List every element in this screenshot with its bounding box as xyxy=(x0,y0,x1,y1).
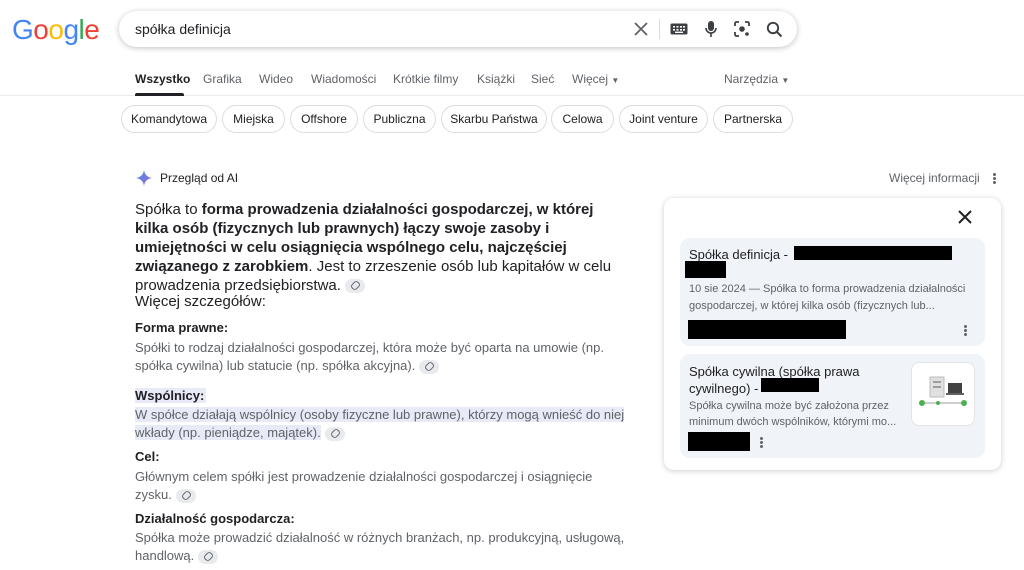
network-image-icon xyxy=(919,376,967,406)
tab-more[interactable]: Więcej ▼ xyxy=(572,72,619,86)
details-heading: Więcej szczegółów: xyxy=(135,293,266,310)
chip-skarbu-panstwa[interactable]: Skarbu Państwa xyxy=(441,105,547,133)
detail-title: Działalność gospodarcza: xyxy=(135,511,295,526)
ai-sparkle-icon xyxy=(136,170,152,186)
close-panel-icon[interactable] xyxy=(958,210,974,226)
chip-offshore[interactable]: Offshore xyxy=(290,105,358,133)
redacted-block xyxy=(794,246,952,260)
source-snippet: gospodarczej, w której kilka osób (fizyc… xyxy=(689,300,935,312)
card-more-icon[interactable] xyxy=(961,324,969,336)
logo-letter: o xyxy=(48,14,64,45)
ai-overview-header: Przegląd od AI xyxy=(136,170,238,186)
keyboard-icon[interactable] xyxy=(669,19,689,39)
detail-title: Forma prawne: xyxy=(135,320,229,335)
tools-button[interactable]: Narzędzia ▼ xyxy=(724,72,789,86)
tab-more-label: Więcej xyxy=(572,72,609,86)
tab-web[interactable]: Sieć xyxy=(531,72,554,86)
google-logo[interactable]: Google xyxy=(12,14,100,46)
close-icon[interactable] xyxy=(631,19,651,39)
detail-title: Wspólnicy: xyxy=(135,388,207,403)
redacted-block xyxy=(685,261,726,278)
redacted-block xyxy=(688,432,750,451)
chip-celowa[interactable]: Celowa xyxy=(551,105,614,133)
chip-joint-venture[interactable]: Joint venture xyxy=(619,105,708,133)
detail-text: Głównym celem spółki jest prowadzenie dz… xyxy=(135,468,630,504)
active-tab-indicator xyxy=(135,93,184,96)
source-thumbnail xyxy=(911,362,975,426)
link-icon[interactable] xyxy=(175,488,196,503)
search-bar xyxy=(119,11,797,47)
source-card[interactable]: Spółka cywilna (spółka prawa cywilnego) … xyxy=(680,354,985,458)
tab-news[interactable]: Wiadomości xyxy=(311,72,376,86)
detail-text-content: Głównym celem spółki jest prowadzenie dz… xyxy=(135,469,593,502)
search-icon[interactable] xyxy=(764,19,784,39)
search-input[interactable] xyxy=(135,11,615,47)
link-icon[interactable] xyxy=(344,279,365,294)
redacted-block xyxy=(761,378,819,392)
sources-panel: Spółka definicja - 10 sie 2024 — Spółka … xyxy=(664,198,1001,470)
detail-text-content: Spółki to rodzaj działalności gospodarcz… xyxy=(135,340,604,373)
detail-text-content: W spółce działają wspólnicy (osoby fizyc… xyxy=(135,407,625,440)
source-snippet: minimum dwóch wspólników, którymi mo... xyxy=(689,416,897,428)
lens-icon[interactable] xyxy=(732,19,752,39)
logo-letter: g xyxy=(63,14,79,45)
tab-images[interactable]: Grafika xyxy=(203,72,242,86)
caret-down-icon: ▼ xyxy=(611,76,620,85)
detail-text: Spółki to rodzaj działalności gospodarcz… xyxy=(135,339,630,375)
caret-down-icon: ▼ xyxy=(781,76,790,85)
summary-start: Spółka to xyxy=(135,201,202,218)
source-card[interactable]: Spółka definicja - 10 sie 2024 — Spółka … xyxy=(680,238,985,346)
tab-books[interactable]: Książki xyxy=(477,72,515,86)
link-icon[interactable] xyxy=(198,549,219,564)
link-icon[interactable] xyxy=(419,359,440,374)
ai-summary: Spółka to forma prowadzenia działalności… xyxy=(135,200,625,295)
mic-icon[interactable] xyxy=(701,19,721,39)
chip-miejska[interactable]: Miejska xyxy=(222,105,285,133)
search-tabs: Wszystko Grafika Wideo Wiadomości Krótki… xyxy=(0,60,1024,96)
detail-text: W spółce działają wspólnicy (osoby fizyc… xyxy=(135,406,630,442)
logo-letter: G xyxy=(12,14,34,45)
source-title: cywilnego) - xyxy=(689,381,759,396)
logo-letter: o xyxy=(33,14,49,45)
redacted-block xyxy=(688,320,846,339)
tab-shorts[interactable]: Krótkie filmy xyxy=(393,72,458,86)
chip-komandytowa[interactable]: Komandytowa xyxy=(121,105,217,133)
card-more-icon[interactable] xyxy=(757,436,765,448)
ai-overview-title: Przegląd od AI xyxy=(160,171,239,185)
tab-videos[interactable]: Wideo xyxy=(259,72,293,86)
link-icon[interactable] xyxy=(324,426,345,441)
detail-title: Cel: xyxy=(135,449,160,464)
more-options-icon[interactable] xyxy=(988,170,1000,186)
detail-text: Spółka może prowadzić działalność w różn… xyxy=(135,529,630,565)
tools-label: Narzędzia xyxy=(724,72,779,86)
chip-publiczna[interactable]: Publiczna xyxy=(363,105,436,133)
tab-all[interactable]: Wszystko xyxy=(135,72,190,86)
more-info-link[interactable]: Więcej informacji xyxy=(889,171,980,185)
divider xyxy=(659,19,660,39)
source-snippet: Spółka cywilna może być założona przez xyxy=(689,400,889,412)
logo-letter: e xyxy=(84,14,100,45)
source-snippet: 10 sie 2024 — Spółka to forma prowadzeni… xyxy=(689,283,966,295)
chip-partnerska[interactable]: Partnerska xyxy=(713,105,793,133)
